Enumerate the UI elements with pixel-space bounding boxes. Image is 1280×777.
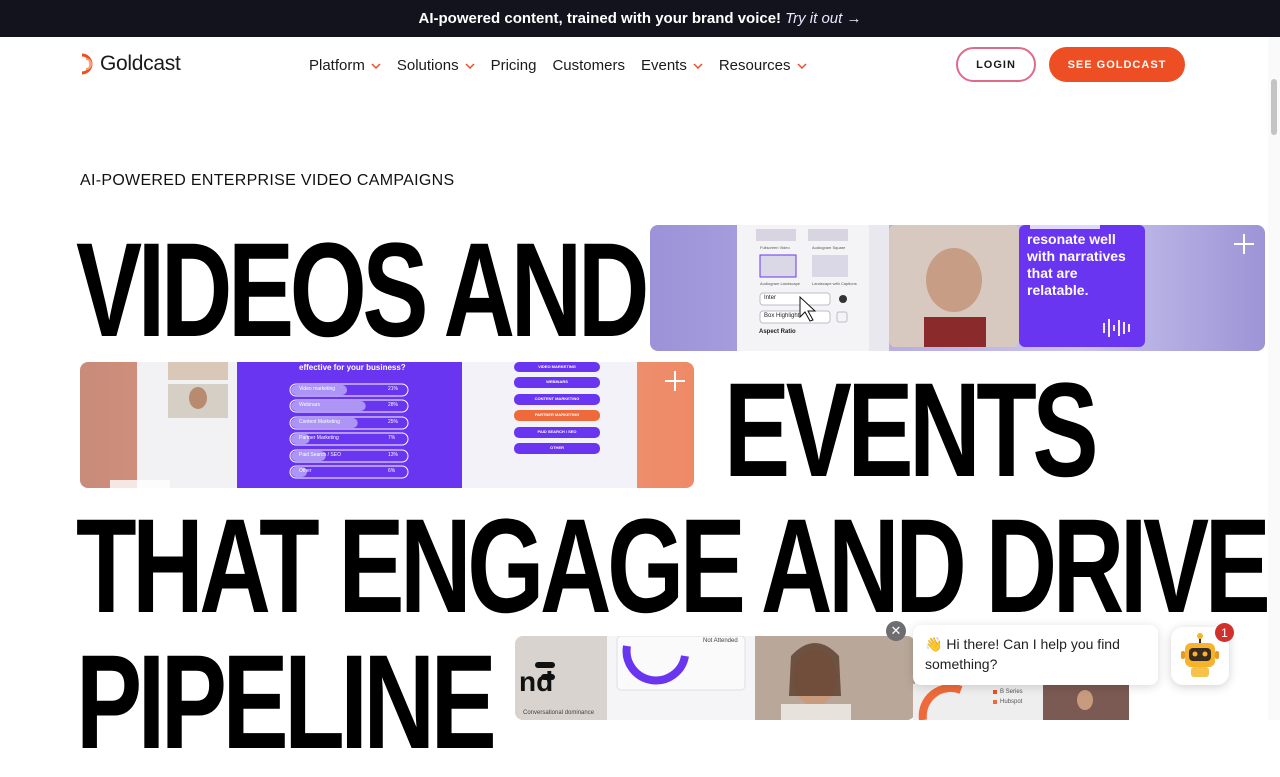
menu-resources[interactable]: Resources [719, 57, 807, 74]
poll-option-label: Webinars [299, 402, 321, 408]
announcement-bar: AI-powered content, trained with your br… [0, 0, 1280, 37]
hero-headline-line-1: VIDEOS AND [76, 216, 649, 365]
poll-option-percent: 6% [388, 468, 396, 474]
panel-label: Fullscreen Video [760, 245, 790, 250]
poll-choice-button[interactable]: WEBINARS [514, 379, 600, 384]
menu-label: Resources [718, 57, 791, 74]
legend-item: B Series [1000, 689, 1023, 695]
poll-option-percent: 28% [388, 402, 399, 408]
poll-preview-illustration [110, 362, 637, 488]
hero-eyebrow: AI-POWERED ENTERPRISE VIDEO CAMPAIGNS [80, 172, 455, 189]
try-it-out-link[interactable]: Try it out → [785, 10, 861, 27]
panel-label: Landscape with Captions [812, 281, 857, 286]
login-button[interactable]: LOGIN [956, 47, 1036, 82]
see-goldcast-button[interactable]: SEE GOLDCAST [1049, 47, 1185, 82]
hero-headline-line-2: EVENTS [724, 356, 1099, 505]
poll-option-label: Other [299, 468, 312, 474]
panel-label: Audiogram Square [812, 245, 846, 250]
font-select-value: Inter [764, 295, 777, 301]
hero-headline-line-4: PIPELINE [76, 628, 497, 777]
video-editor-preview-card: Fullscreen Video Audiogram Square Audiog… [650, 225, 1265, 351]
top-navigation: Goldcast Platform Solutions Pricing Cust… [0, 37, 1268, 93]
poll-option-label: Partner Marketing [299, 435, 339, 441]
menu-label: Events [640, 57, 687, 74]
scrollbar-thumb[interactable] [1271, 79, 1277, 135]
unread-count-badge: 1 [1215, 623, 1234, 642]
poll-option-percent: 13% [388, 452, 399, 458]
editor-preview-illustration [737, 225, 1145, 351]
poll-choice-button[interactable]: CONTENT MARKETING [514, 396, 600, 401]
close-chat-icon[interactable]: ✕ [886, 621, 906, 641]
menu-events[interactable]: Events [641, 57, 703, 74]
aspect-ratio-label: Aspect Ratio [759, 329, 796, 335]
poll-option-percent: 7% [388, 435, 396, 441]
poll-option-label: Video marketing [299, 386, 336, 392]
menu-solutions[interactable]: Solutions [397, 57, 475, 74]
announcement-text: AI-powered content, trained with your br… [418, 10, 782, 27]
poll-question: effective for your business? [299, 363, 406, 372]
poll-choice-button[interactable]: PARTNER MARKETING [514, 412, 600, 417]
menu-label: Platform [309, 57, 365, 74]
wave-icon: 👋 [925, 636, 943, 652]
main-menu: Platform Solutions Pricing Customers Eve… [309, 57, 807, 74]
goldcast-logo-mark-icon [81, 53, 93, 75]
menu-pricing[interactable]: Pricing [491, 57, 537, 74]
poll-choice-button[interactable]: VIDEO MARKETING [514, 364, 600, 369]
event-analytics-preview-card: Not Attended nd Conversational dominance [515, 636, 915, 720]
logo-text: Goldcast [100, 52, 181, 75]
chevron-down-icon [693, 62, 703, 69]
poll-choice-button[interactable]: PAID SEARCH / SEO [514, 429, 600, 434]
panel-label: Audiogram Landscape [760, 281, 801, 286]
poll-choice-button[interactable]: OTHER [514, 445, 600, 450]
goldcast-logo[interactable]: Goldcast [80, 52, 181, 76]
not-attended-label: Not Attended [703, 638, 738, 644]
legend-item: Hubspot [1000, 699, 1023, 705]
poll-option-label: Paid Search / SEO [299, 452, 341, 458]
menu-label: Pricing [490, 57, 537, 74]
chat-greeting-bubble[interactable]: 👋 Hi there! Can I help you find somethin… [913, 625, 1158, 685]
chevron-down-icon [371, 62, 381, 69]
poll-option-label: Content Marketing [299, 419, 340, 425]
style-select-value: Box Highlight [764, 313, 800, 319]
brand-logo-text: nd [519, 666, 554, 697]
poll-option-percent: 25% [388, 419, 399, 425]
plus-icon[interactable] [1234, 234, 1254, 254]
poll-preview-card: effective for your business? Video marke… [80, 362, 694, 488]
menu-label: Customers [552, 57, 625, 74]
menu-customers[interactable]: Customers [552, 57, 625, 74]
caption-partial: Conversational dominance [523, 710, 595, 716]
hero-headline-line-3: THAT ENGAGE AND DRIVE [76, 492, 1271, 641]
page-scrollbar[interactable] [1268, 37, 1280, 720]
caption-text: resonate well with narratives that are r… [1027, 231, 1126, 298]
chevron-down-icon [797, 62, 807, 69]
menu-label: Solutions [396, 57, 459, 74]
event-preview-illustration [515, 636, 915, 720]
chat-message: Hi there! Can I help you find something? [925, 636, 1120, 672]
menu-platform[interactable]: Platform [309, 57, 381, 74]
plus-icon[interactable] [665, 371, 685, 391]
analytics-preview-strip: B Series Hubspot [913, 684, 1129, 720]
chevron-down-icon [465, 62, 475, 69]
poll-option-percent: 21% [388, 386, 399, 392]
